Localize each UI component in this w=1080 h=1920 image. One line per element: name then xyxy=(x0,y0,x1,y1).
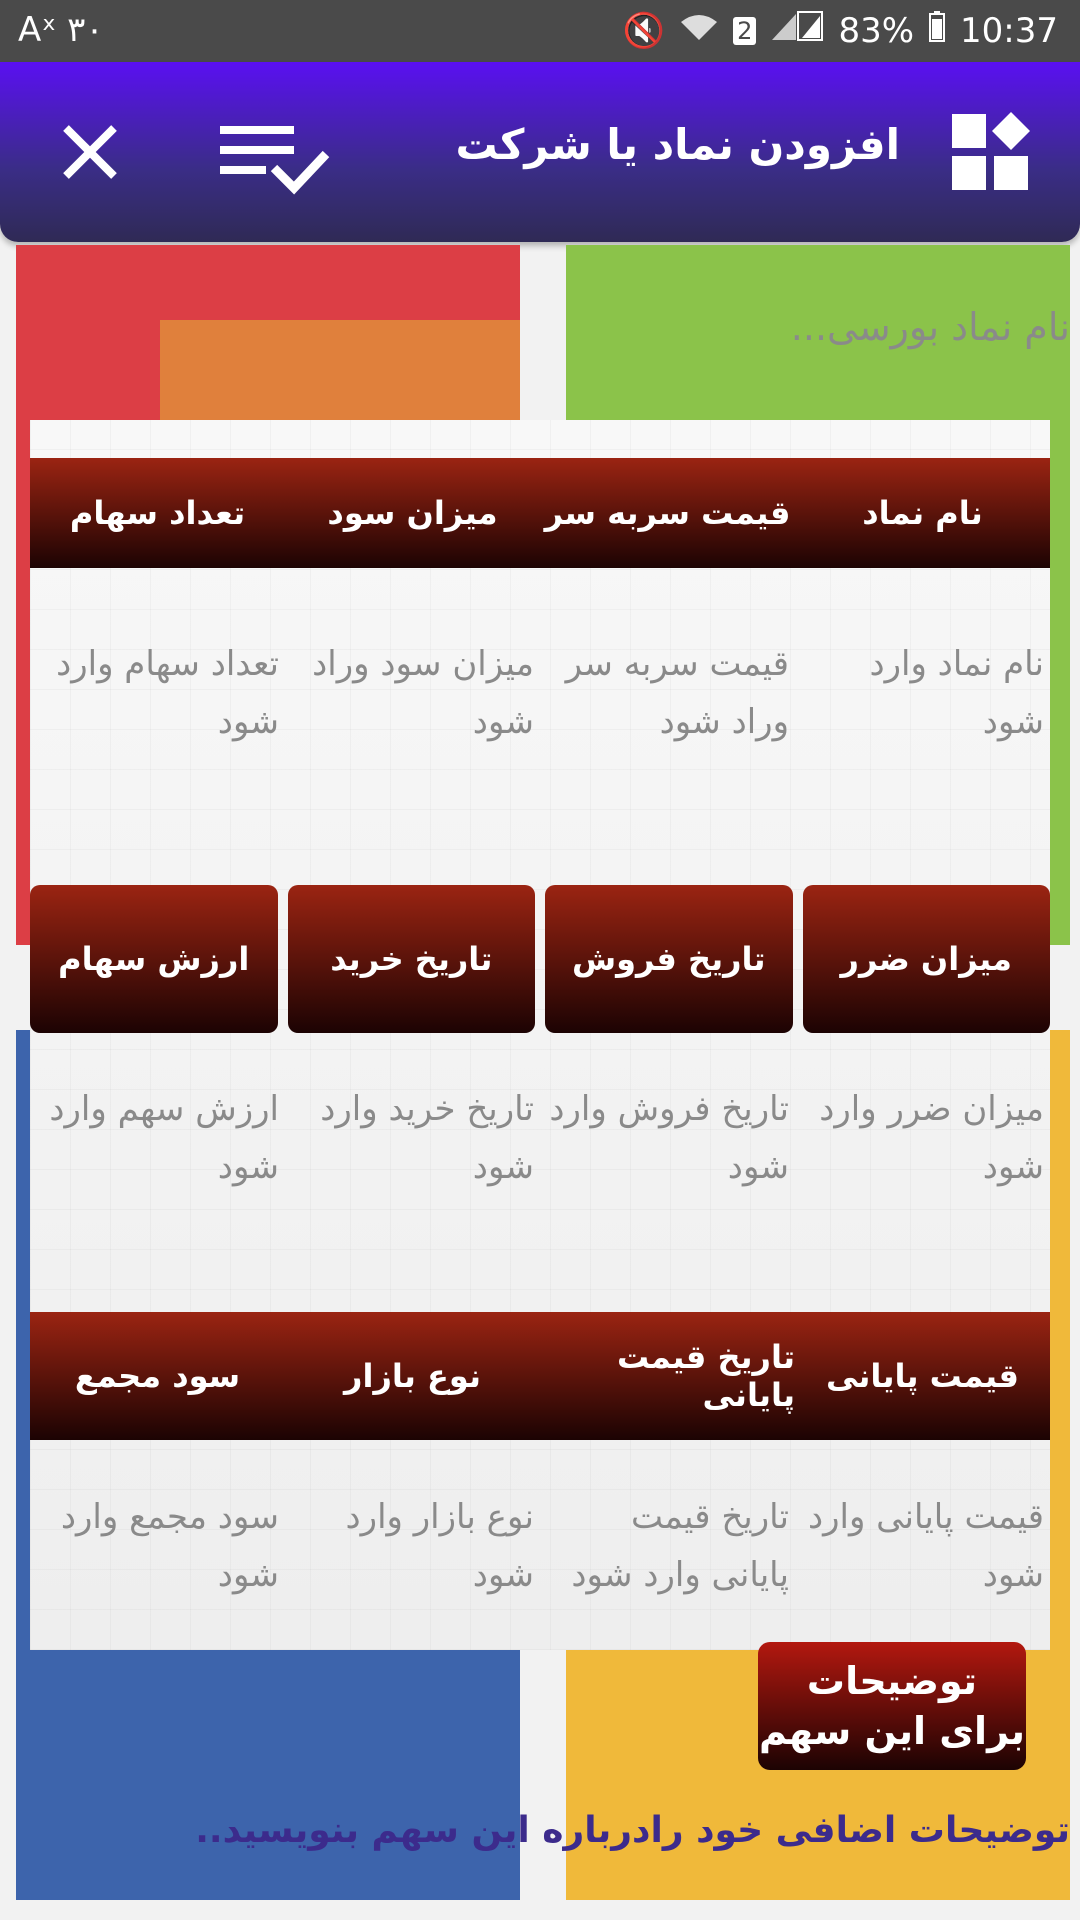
app-bar: افزودن نماد یا شرکت xyxy=(0,62,1080,242)
share-value-button[interactable]: ارزش سهام xyxy=(30,885,278,1033)
checklist-icon xyxy=(220,126,330,195)
description-input[interactable]: توضیحات اضافی خود رادرباره این سهم بنویس… xyxy=(20,1810,1070,1851)
header-closing-price: قیمت پایانی xyxy=(826,1357,1019,1395)
status-right: 🔇 2 83% 10:37 xyxy=(623,10,1058,51)
section3-inputs: قیمت پایانی وارد شود تاریخ قیمت پایانی و… xyxy=(30,1488,1050,1604)
market-type-field[interactable]: نوع بازار وارد شود xyxy=(285,1488,540,1604)
close-button[interactable] xyxy=(62,124,118,180)
profit-amount-field[interactable]: میزان سود وراد شود xyxy=(285,635,540,751)
tile-orange xyxy=(160,320,520,420)
description-button[interactable]: توضیحات برای این سهم xyxy=(758,1642,1026,1770)
share-value-field[interactable]: ارزش سهم وارد شود xyxy=(30,1080,285,1196)
header-profit-amount: میزان سود xyxy=(327,494,498,532)
battery-percent: 83% xyxy=(838,10,915,51)
battery-icon xyxy=(928,10,946,51)
header-market-type: نوع بازار xyxy=(344,1357,481,1395)
signal-icon xyxy=(770,10,824,51)
page-title: افزودن نماد یا شرکت xyxy=(455,120,900,169)
sell-date-button[interactable]: تاریخ فروش xyxy=(545,885,793,1033)
loss-amount-field[interactable]: میزان ضرر وارد شود xyxy=(795,1080,1050,1196)
closing-price-date-field[interactable]: تاریخ قیمت پایانی وارد شود xyxy=(540,1488,795,1604)
sim-badge: 2 xyxy=(733,16,757,45)
section2-button-row: میزان ضرر تاریخ فروش تاریخ خرید ارزش سها… xyxy=(30,885,1050,1033)
clock: 10:37 xyxy=(960,10,1058,51)
buy-date-field[interactable]: تاریخ خرید وارد شود xyxy=(285,1080,540,1196)
section2-inputs: میزان ضرر وارد شود تاریخ فروش وارد شود ت… xyxy=(30,1080,1050,1196)
symbol-name-input[interactable]: نام نماد بورسی... xyxy=(791,305,1070,349)
wifi-icon xyxy=(679,11,719,51)
share-count-field[interactable]: تعداد سهام وارد شود xyxy=(30,635,285,751)
header-assembly-profit: سود مجمع xyxy=(74,1357,241,1395)
section1-inputs: نام نماد وارد شود قیمت سربه سر وراد شود … xyxy=(30,635,1050,751)
assembly-profit-field[interactable]: سود مجمع وارد شود xyxy=(30,1488,285,1604)
header-breakeven-price: قیمت سربه سر xyxy=(544,494,791,532)
loss-amount-button[interactable]: میزان ضرر xyxy=(802,885,1050,1033)
status-left-text: Aˣ ۳۰ xyxy=(18,10,104,50)
header-symbol-name: نام نماد xyxy=(862,494,983,532)
close-icon xyxy=(63,125,117,179)
mute-icon: 🔇 xyxy=(622,10,666,51)
checklist-button[interactable] xyxy=(218,120,330,200)
section3-header-bar: قیمت پایانی تاریخ قیمت پایانی نوع بازار … xyxy=(30,1312,1050,1440)
status-bar: Aˣ ۳۰ 🔇 2 83% 10:37 xyxy=(0,0,1080,62)
sell-date-field[interactable]: تاریخ فروش وارد شود xyxy=(540,1080,795,1196)
header-share-count: تعداد سهام xyxy=(69,494,246,532)
breakeven-price-field[interactable]: قیمت سربه سر وراد شود xyxy=(540,635,795,751)
symbol-name-field[interactable]: نام نماد وارد شود xyxy=(795,635,1050,751)
buy-date-button[interactable]: تاریخ خرید xyxy=(287,885,535,1033)
app-logo-icon xyxy=(950,112,1030,192)
closing-price-field[interactable]: قیمت پایانی وارد شود xyxy=(795,1488,1050,1604)
section1-header-bar: نام نماد قیمت سربه سر میزان سود تعداد سه… xyxy=(30,458,1050,568)
header-closing-price-date: تاریخ قیمت پایانی xyxy=(616,1338,795,1414)
form-panel xyxy=(30,420,1050,1650)
